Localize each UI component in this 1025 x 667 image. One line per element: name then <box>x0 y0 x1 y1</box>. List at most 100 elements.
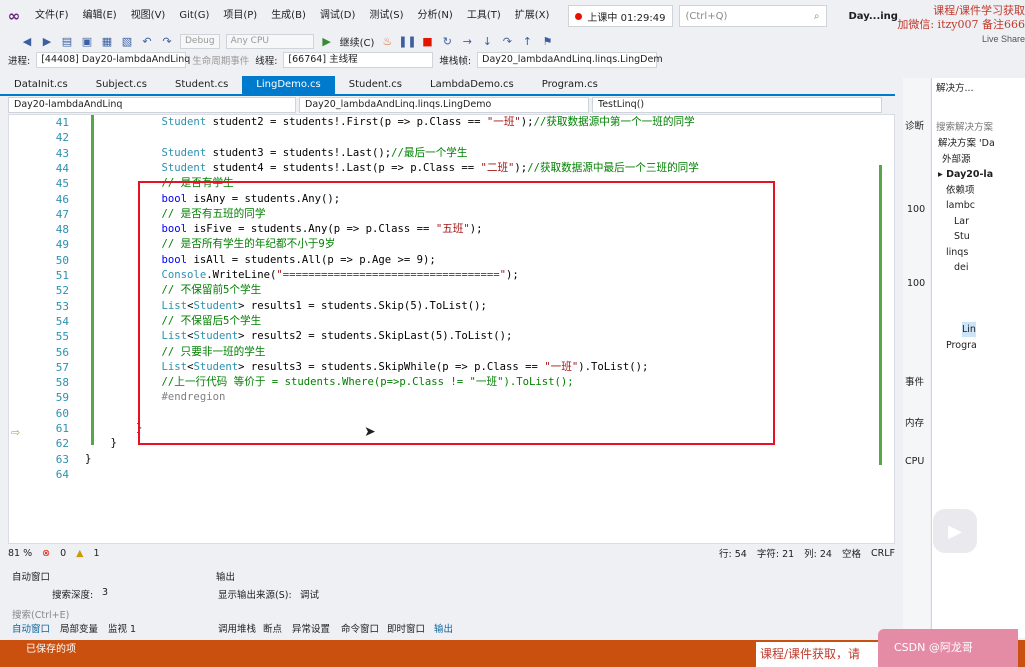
solution-tree-item[interactable]: 解决方案 'Da <box>938 136 995 151</box>
tab-lingdemo[interactable]: LingDemo.cs <box>242 76 335 94</box>
restart-icon[interactable]: ↻ <box>440 34 454 48</box>
solution-search-input[interactable]: 搜索解决方案 <box>936 120 993 135</box>
warning-count[interactable]: 1 <box>93 548 99 559</box>
tab-student-2[interactable]: Student.cs <box>335 76 416 94</box>
tab-program[interactable]: Program.cs <box>528 76 612 94</box>
menu-debug[interactable]: 调试(D) <box>313 0 363 32</box>
line-number: 58 <box>55 376 69 390</box>
platform-dropdown[interactable]: Any CPU <box>225 33 314 49</box>
bottom-panels: 自动窗口 搜索深度: 3 搜索(Ctrl+E) 自动窗口 局部变量 监视 1 输… <box>8 567 924 637</box>
tab-lambdademo[interactable]: LambdaDemo.cs <box>416 76 528 94</box>
tab-subject[interactable]: Subject.cs <box>82 76 161 94</box>
solution-tree-item[interactable]: Progra <box>946 338 977 353</box>
process-label: 进程: <box>8 56 31 67</box>
menu-file[interactable]: 文件(F) <box>28 0 76 32</box>
memory-label: 内存 <box>905 418 925 429</box>
show-next-icon[interactable]: → <box>460 34 474 48</box>
stack-frame-label: 堆栈帧: <box>439 56 472 67</box>
tab-immediate-window[interactable]: 即时窗口 <box>387 621 425 635</box>
menu-tools[interactable]: 工具(T) <box>460 0 508 32</box>
line-number: 54 <box>55 314 69 328</box>
code-line[interactable]: } <box>85 436 117 451</box>
tab-output[interactable]: 输出 <box>434 621 453 635</box>
continue-button[interactable]: 继续(C) <box>340 34 375 49</box>
pause-icon[interactable]: ❚❚ <box>398 34 416 48</box>
solution-tree-item[interactable]: dei <box>954 260 969 275</box>
video-play-icon[interactable]: ▶ <box>933 509 977 553</box>
menu-view[interactable]: 视图(V) <box>124 0 173 32</box>
configuration-dropdown[interactable]: Debug <box>180 33 220 49</box>
menu-extensions[interactable]: 扩展(X) <box>508 0 557 32</box>
error-count[interactable]: 0 <box>60 548 66 559</box>
lifecycle-events[interactable]: 生命周期事件 <box>192 53 249 67</box>
scrollbar-change-marker <box>879 165 882 465</box>
bookmark-icon[interactable]: ⚑ <box>540 34 554 48</box>
line-number: 57 <box>55 360 69 374</box>
tab-locals[interactable]: 局部变量 <box>60 621 98 635</box>
play-icon[interactable]: ▶ <box>320 34 334 48</box>
tab-command-window[interactable]: 命令窗口 <box>341 621 379 635</box>
menu-edit[interactable]: 编辑(E) <box>76 0 124 32</box>
line-ending-indicator[interactable]: CRLF <box>871 548 895 559</box>
hot-reload-icon[interactable]: ♨ <box>380 34 394 48</box>
tab-student[interactable]: Student.cs <box>161 76 242 94</box>
menu-test[interactable]: 测试(S) <box>362 0 410 32</box>
back-icon[interactable]: ◀ <box>20 34 34 48</box>
solution-tree-item[interactable]: linqs <box>946 245 968 260</box>
process-dropdown[interactable]: [44408] Day20-lambdaAndLinq <box>36 52 190 68</box>
code-line[interactable]: } <box>85 421 142 436</box>
watermark-line1: 课程/课件学习获取 <box>933 4 1025 17</box>
new-file-icon[interactable]: ▤ <box>60 34 74 48</box>
undo-icon[interactable]: ↶ <box>140 34 154 48</box>
forward-icon[interactable]: ▶ <box>40 34 54 48</box>
solution-tree-item[interactable]: 依赖项 <box>946 183 975 198</box>
open-icon[interactable]: ▣ <box>80 34 94 48</box>
step-out-icon[interactable]: ↑ <box>520 34 534 48</box>
stack-frame-dropdown[interactable]: Day20_lambdaAndLinq.linqs.LingDem <box>477 52 663 68</box>
menu-analyze[interactable]: 分析(N) <box>411 0 460 32</box>
tab-call-stack[interactable]: 调用堆栈 <box>218 621 256 635</box>
error-icon: ⊗ <box>42 547 51 559</box>
solution-tree-item[interactable]: Lar <box>954 214 969 229</box>
step-over-icon[interactable]: ↷ <box>500 34 514 48</box>
solution-tree-item[interactable]: lambc <box>946 198 975 213</box>
zoom-level[interactable]: 81 % <box>8 548 32 559</box>
method-dropdown[interactable]: TestLinq() <box>592 97 882 113</box>
global-search-input[interactable]: (Ctrl+Q) ⌕ <box>678 5 827 27</box>
solution-tree-item[interactable]: Stu <box>954 229 970 244</box>
solution-tree-item[interactable]: ▸ Day20-la <box>938 167 993 182</box>
step-into-icon[interactable]: ↓ <box>480 34 494 48</box>
tab-autos[interactable]: 自动窗口 <box>12 621 50 635</box>
class-dropdown[interactable]: Day20_lambdaAndLinq.linqs.LingDemo <box>299 97 589 113</box>
redo-icon[interactable]: ↷ <box>160 34 174 48</box>
line-number: 45 <box>55 177 69 191</box>
output-source-dropdown[interactable]: 调试 <box>300 587 319 601</box>
tab-breakpoints[interactable]: 断点 <box>263 621 282 635</box>
watermark-banner: 课程/课件获取，请 <box>756 642 891 667</box>
save-icon[interactable]: ▦ <box>100 34 114 48</box>
solution-tree-item[interactable]: Lin <box>962 322 976 337</box>
search-depth-dropdown[interactable]: 3 <box>102 587 108 598</box>
thread-dropdown[interactable]: [66764] 主线程 <box>283 52 434 68</box>
menu-build[interactable]: 生成(B) <box>264 0 313 32</box>
code-line[interactable]: } <box>85 452 91 467</box>
csdn-badge[interactable]: CSDN @阿龙哥 <box>878 629 1018 667</box>
menu-project[interactable]: 项目(P) <box>216 0 264 32</box>
line-number: 43 <box>55 146 69 160</box>
stop-icon[interactable]: ■ <box>420 34 434 48</box>
code-line[interactable]: Student student3 = students!.Last();//最后… <box>85 146 468 161</box>
code-line[interactable]: Student student4 = students!.Last(p => p… <box>85 161 699 176</box>
whitespace-indicator[interactable]: 空格 <box>842 546 861 560</box>
visual-studio-logo-icon[interactable]: ∞ <box>0 0 28 32</box>
save-all-icon[interactable]: ▧ <box>120 34 134 48</box>
solution-tree-item[interactable]: 外部源 <box>942 152 971 167</box>
project-dropdown[interactable]: Day20-lambdaAndLinq <box>8 97 296 113</box>
autos-search-input[interactable]: 搜索(Ctrl+E) <box>12 607 69 621</box>
line-number: 53 <box>55 299 69 313</box>
menu-git[interactable]: Git(G) <box>172 0 216 32</box>
line-indicator: 行: 54 <box>719 549 747 560</box>
tab-exception-settings[interactable]: 异常设置 <box>292 621 330 635</box>
tab-datainit[interactable]: DataInit.cs <box>0 76 82 94</box>
code-line[interactable]: Student student2 = students!.First(p => … <box>85 115 695 130</box>
tab-watch[interactable]: 监视 1 <box>108 621 136 635</box>
